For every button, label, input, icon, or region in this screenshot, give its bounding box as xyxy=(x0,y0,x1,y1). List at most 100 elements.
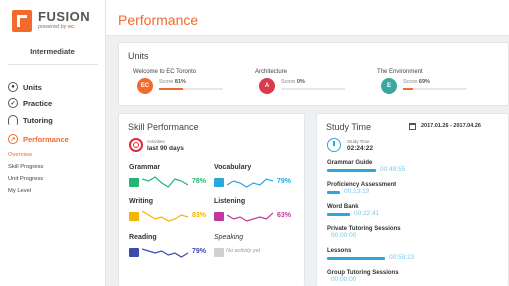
nav-item-performance[interactable]: ↗ Performance xyxy=(8,132,104,146)
nav-label: Performance xyxy=(23,134,69,144)
study-activity-row[interactable]: Private Tutoring Sessions 00:00:00 xyxy=(327,226,507,248)
skill-name: Listening xyxy=(214,198,246,205)
score-label: Score xyxy=(159,79,174,85)
study-activity-row[interactable]: Group Tutoring Sessions 00:00:00 xyxy=(327,270,507,286)
skill-percent: 78% xyxy=(192,178,207,185)
nav-item-units[interactable]: ● Units xyxy=(8,80,104,94)
listening-icon xyxy=(214,212,224,221)
unit-score: Score 69% xyxy=(403,79,430,85)
vocabulary-icon xyxy=(214,178,224,187)
sidebar: FUSION powered by ec Intermediate ● Unit… xyxy=(0,0,106,286)
nav-label: Practice xyxy=(23,98,53,108)
headset-icon xyxy=(8,115,18,125)
skill-percent: 63% xyxy=(277,212,292,219)
skill-name: Vocabulary xyxy=(214,164,252,171)
skill-speaking[interactable]: Speaking No activity yet xyxy=(214,234,304,266)
page-title: Performance xyxy=(118,12,199,28)
activity-time: 00:13:19 xyxy=(344,188,370,195)
activity-time: 00:00:00 xyxy=(331,276,357,283)
skill-performance-card: Skill Performance Activities last 90 day… xyxy=(118,113,305,286)
activity-name: Lessons xyxy=(327,248,352,254)
study-time-card: Study Time 2017.01.26 - 2017.04.26 Study… xyxy=(316,113,509,286)
skill-name: Reading xyxy=(129,234,157,241)
reading-icon xyxy=(129,248,139,257)
skill-reading[interactable]: Reading 79% xyxy=(129,234,219,266)
divider xyxy=(8,64,98,65)
study-activity-row[interactable]: Grammar Guide 00:49:55 xyxy=(327,160,507,182)
unit-progress-bar xyxy=(159,88,223,90)
unit-progress-bar xyxy=(281,88,345,90)
study-activity-row[interactable]: Lessons 00:58:23 xyxy=(327,248,507,270)
subnav-overview[interactable]: Overview xyxy=(8,152,32,158)
practice-icon: ✓ xyxy=(8,98,18,108)
no-activity-text: No activity yet xyxy=(226,248,261,254)
skill-card-title: Skill Performance xyxy=(128,122,199,132)
nav-label: Tutoring xyxy=(23,115,53,125)
ec-logo-icon: ec xyxy=(67,24,75,30)
study-activity-row[interactable]: Word Bank 00:22:41 xyxy=(327,204,507,226)
score-label: Score xyxy=(403,79,418,85)
activities-period: last 90 days xyxy=(147,145,184,152)
score-value: 81% xyxy=(174,79,186,85)
activities-label: Activities xyxy=(147,139,165,144)
unit-item[interactable]: The Environment E Score 69% xyxy=(377,69,487,101)
logo-name: FUSION xyxy=(38,9,91,24)
activity-time-bar xyxy=(327,257,385,260)
activity-name: Grammar Guide xyxy=(327,160,373,166)
subnav-my-level[interactable]: My Level xyxy=(8,188,31,194)
unit-progress-bar xyxy=(403,88,467,90)
score-value: 69% xyxy=(418,79,430,85)
skill-listening[interactable]: Listening 63% xyxy=(214,198,304,230)
fusion-logo[interactable]: FUSION powered by ec xyxy=(8,8,100,36)
skill-name: Speaking xyxy=(214,234,244,241)
unit-name: The Environment xyxy=(377,69,423,75)
nav-label: Units xyxy=(23,82,42,92)
clock-icon xyxy=(327,138,341,152)
environment-unit-icon: E xyxy=(381,78,397,94)
skill-name: Grammar xyxy=(129,164,161,171)
unit-progress-fill xyxy=(403,88,413,90)
study-time-label: Study Time xyxy=(347,139,370,144)
nav-item-practice[interactable]: ✓ Practice xyxy=(8,96,104,110)
header: Performance xyxy=(106,0,509,36)
study-activity-row[interactable]: Proficiency Assessment 00:13:19 xyxy=(327,182,507,204)
unit-item[interactable]: Architecture A Score 0% xyxy=(255,69,365,101)
date-range[interactable]: 2017.01.26 - 2017.04.26 xyxy=(421,123,481,129)
subnav-skill-progress[interactable]: Skill Progress xyxy=(8,164,43,170)
logo-tagline: powered by ec xyxy=(38,24,74,30)
units-card-title: Units xyxy=(128,51,149,61)
logo-mark-icon xyxy=(12,10,32,32)
vocabulary-sparkline xyxy=(227,178,273,188)
listening-sparkline xyxy=(227,212,273,222)
activity-time-bar xyxy=(327,191,340,194)
unit-item[interactable]: Welcome to EC Toronto EC Score 81% xyxy=(133,69,243,101)
skill-grammar[interactable]: Grammar 78% xyxy=(129,164,219,196)
score-label: Score xyxy=(281,79,296,85)
subnav-unit-progress[interactable]: Unit Progress xyxy=(8,176,43,182)
level-label: Intermediate xyxy=(30,47,75,56)
unit-score: Score 81% xyxy=(159,79,186,85)
study-time-total: 02:24:22 xyxy=(347,145,374,152)
nav-item-tutoring[interactable]: Tutoring xyxy=(8,113,104,127)
grammar-icon xyxy=(129,178,139,187)
units-icon: ● xyxy=(8,82,18,92)
ec-unit-icon: EC xyxy=(137,78,153,94)
writing-icon xyxy=(129,212,139,221)
unit-name: Architecture xyxy=(255,69,288,75)
skill-percent: 83% xyxy=(192,212,207,219)
activity-time-bar xyxy=(327,213,350,216)
skill-vocabulary[interactable]: Vocabulary 79% xyxy=(214,164,304,196)
skill-percent: 79% xyxy=(277,178,292,185)
writing-sparkline xyxy=(142,210,188,222)
activity-time: 00:00:00 xyxy=(331,232,357,239)
calendar-icon[interactable] xyxy=(409,123,416,130)
units-card: Units Welcome to EC Toronto EC Score 81%… xyxy=(118,42,509,106)
skill-name: Writing xyxy=(129,198,153,205)
unit-score: Score 0% xyxy=(281,79,305,85)
activity-time-bar xyxy=(327,169,376,172)
study-card-title: Study Time xyxy=(326,122,372,132)
skill-writing[interactable]: Writing 83% xyxy=(129,198,219,230)
performance-icon: ↗ xyxy=(8,134,18,144)
architecture-unit-icon: A xyxy=(259,78,275,94)
logo-tagline-text: powered by xyxy=(38,24,67,30)
